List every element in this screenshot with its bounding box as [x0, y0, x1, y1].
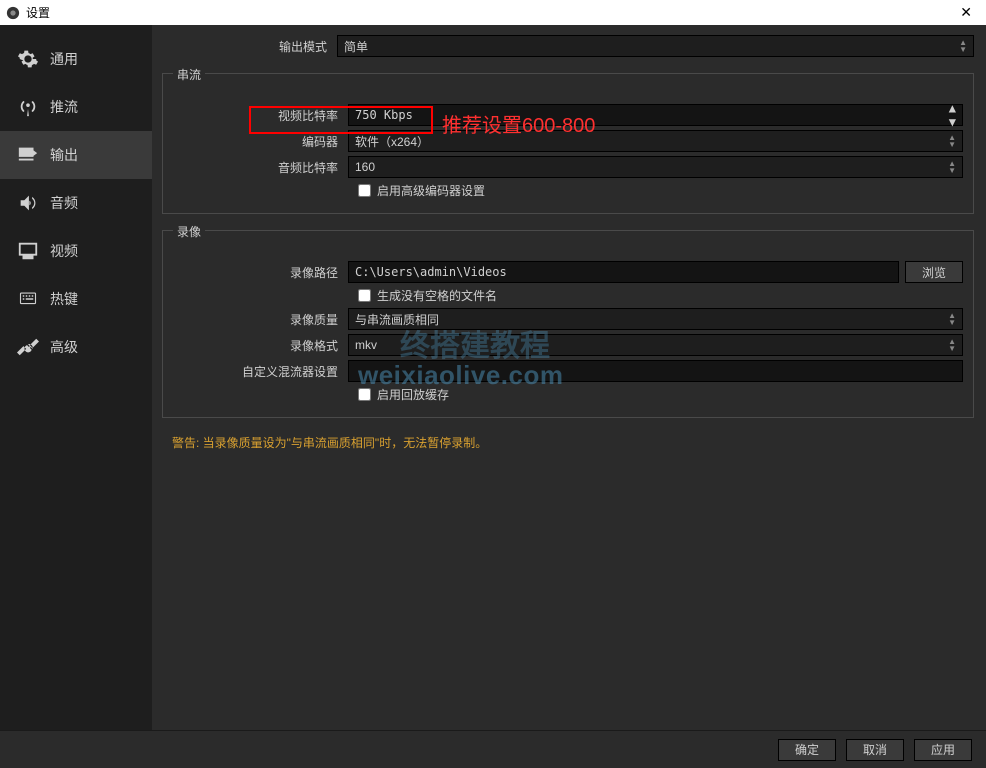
app-icon	[6, 6, 20, 20]
no-spaces-label: 生成没有空格的文件名	[377, 287, 497, 304]
audio-bitrate-value: 160	[355, 160, 375, 174]
replay-buffer-checkbox[interactable]	[358, 388, 371, 401]
sidebar-item-label: 高级	[50, 337, 78, 357]
video-bitrate-value: 750 Kbps	[355, 108, 413, 122]
sidebar-item-general[interactable]: 通用	[0, 35, 152, 83]
advanced-encoder-label: 启用高级编码器设置	[377, 182, 485, 199]
chevron-updown-icon: ▲▼	[948, 338, 956, 352]
recording-path-input[interactable]: C:\Users\admin\Videos	[348, 261, 899, 283]
sidebar-item-audio[interactable]: 音频	[0, 179, 152, 227]
output-mode-value: 简单	[344, 38, 368, 55]
advanced-encoder-row: 启用高级编码器设置	[173, 182, 963, 199]
sidebar-item-video[interactable]: 视频	[0, 227, 152, 275]
encoder-label: 编码器	[173, 133, 348, 150]
chevron-updown-icon: ▲▼	[948, 134, 956, 148]
keyboard-icon	[16, 287, 40, 311]
apply-button[interactable]: 应用	[914, 739, 972, 761]
audio-bitrate-row: 音频比特率 160 ▲▼	[173, 156, 963, 178]
sidebar-item-hotkeys[interactable]: 热键	[0, 275, 152, 323]
sidebar-item-advanced[interactable]: 高级	[0, 323, 152, 371]
recording-quality-select[interactable]: 与串流画质相同 ▲▼	[348, 308, 963, 330]
recording-quality-row: 录像质量 与串流画质相同 ▲▼	[173, 308, 963, 330]
output-mode-select[interactable]: 简单 ▲▼	[337, 35, 974, 57]
sidebar-item-stream[interactable]: 推流	[0, 83, 152, 131]
monitor-arrow-icon	[16, 143, 40, 167]
titlebar: 设置 ✕	[0, 0, 986, 25]
sidebar-item-label: 输出	[50, 145, 78, 165]
ok-button[interactable]: 确定	[778, 739, 836, 761]
recording-format-row: 录像格式 mkv ▲▼	[173, 334, 963, 356]
no-spaces-checkbox[interactable]	[358, 289, 371, 302]
content-area: 通用 推流 输出 音频 视频	[0, 25, 986, 730]
sidebar-item-label: 音频	[50, 193, 78, 213]
stream-group-title: 串流	[173, 66, 205, 83]
recording-path-value: C:\Users\admin\Videos	[355, 265, 507, 279]
replay-buffer-label: 启用回放缓存	[377, 386, 449, 403]
output-mode-label: 输出模式	[162, 38, 337, 55]
chevron-updown-icon: ▲▼	[959, 39, 967, 53]
encoder-row: 编码器 软件（x264） ▲▼	[173, 130, 963, 152]
video-bitrate-input[interactable]: 750 Kbps ▲▼	[348, 104, 963, 126]
advanced-encoder-checkbox[interactable]	[358, 184, 371, 197]
window-title: 设置	[26, 4, 952, 21]
speaker-icon	[16, 191, 40, 215]
sidebar-item-label: 热键	[50, 289, 78, 309]
cancel-button[interactable]: 取消	[846, 739, 904, 761]
chevron-updown-icon: ▲▼	[948, 312, 956, 326]
sidebar-item-output[interactable]: 输出	[0, 131, 152, 179]
sidebar-item-label: 通用	[50, 49, 78, 69]
close-button[interactable]: ✕	[952, 4, 980, 21]
audio-bitrate-label: 音频比特率	[173, 159, 348, 176]
replay-buffer-row: 启用回放缓存	[173, 386, 963, 403]
recording-group-title: 录像	[173, 223, 205, 240]
encoder-select[interactable]: 软件（x264） ▲▼	[348, 130, 963, 152]
tools-icon	[16, 335, 40, 359]
video-bitrate-row: 视频比特率 750 Kbps ▲▼	[173, 104, 963, 126]
muxer-row: 自定义混流器设置	[173, 360, 963, 382]
recording-quality-value: 与串流画质相同	[355, 311, 439, 328]
audio-bitrate-select[interactable]: 160 ▲▼	[348, 156, 963, 178]
broadcast-icon	[16, 95, 40, 119]
sidebar: 通用 推流 输出 音频 视频	[0, 25, 152, 730]
sidebar-item-label: 视频	[50, 241, 78, 261]
gear-icon	[16, 47, 40, 71]
recording-groupbox: 录像 录像路径 C:\Users\admin\Videos 浏览 生成没有空格的…	[162, 230, 974, 418]
recording-format-select[interactable]: mkv ▲▼	[348, 334, 963, 356]
warning-text: 警告: 当录像质量设为"与串流画质相同"时，无法暂停录制。	[162, 434, 974, 451]
monitor-icon	[16, 239, 40, 263]
recording-quality-label: 录像质量	[173, 311, 348, 328]
spinner-icon[interactable]: ▲▼	[949, 101, 956, 129]
muxer-input[interactable]	[348, 360, 963, 382]
browse-button[interactable]: 浏览	[905, 261, 963, 283]
footer: 确定 取消 应用	[0, 730, 986, 768]
encoder-value: 软件（x264）	[355, 133, 429, 150]
recording-path-label: 录像路径	[173, 264, 348, 281]
recording-path-row: 录像路径 C:\Users\admin\Videos 浏览	[173, 261, 963, 283]
video-bitrate-label: 视频比特率	[173, 107, 348, 124]
stream-groupbox: 串流 视频比特率 750 Kbps ▲▼ 编码器 软件（x264） ▲▼	[162, 73, 974, 214]
chevron-updown-icon: ▲▼	[948, 160, 956, 174]
recording-format-value: mkv	[355, 338, 377, 352]
muxer-label: 自定义混流器设置	[173, 363, 348, 380]
sidebar-item-label: 推流	[50, 97, 78, 117]
recording-format-label: 录像格式	[173, 337, 348, 354]
no-spaces-row: 生成没有空格的文件名	[173, 287, 963, 304]
main-panel: 输出模式 简单 ▲▼ 串流 视频比特率 750 Kbps ▲▼	[152, 25, 986, 730]
output-mode-row: 输出模式 简单 ▲▼	[162, 35, 974, 57]
